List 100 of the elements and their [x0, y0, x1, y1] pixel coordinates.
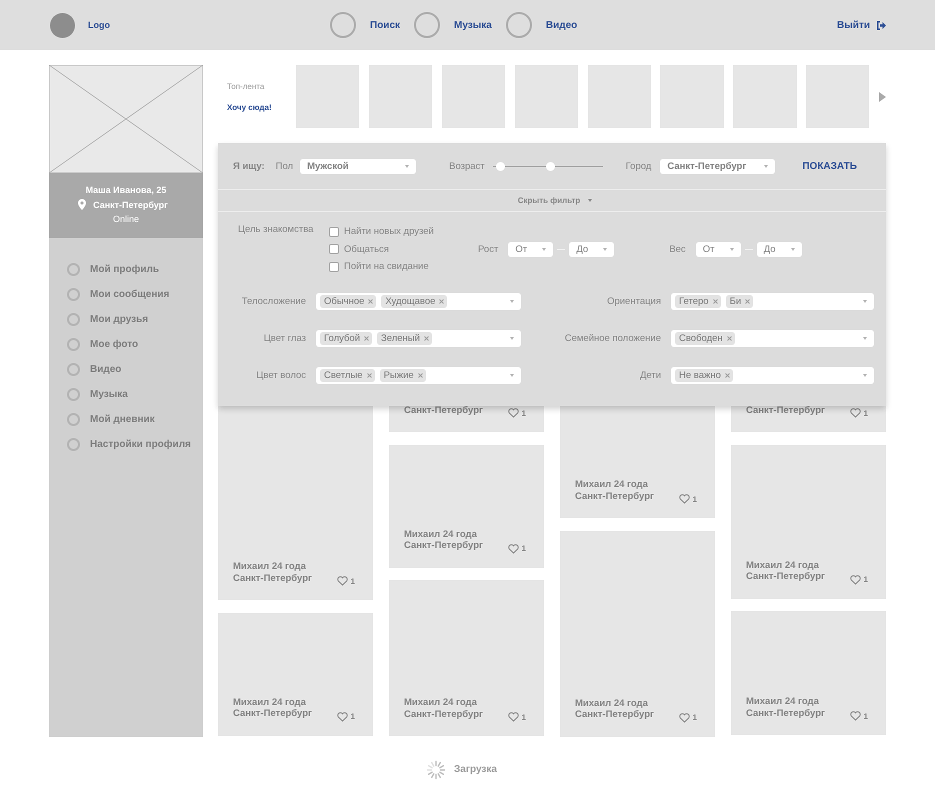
thumbnail-placeholder[interactable]	[660, 65, 724, 128]
field-label: Цель знакомства	[237, 223, 314, 237]
logout-button[interactable]: Выйти	[837, 20, 886, 30]
card-city: Санкт-Петербург	[404, 404, 484, 416]
tag-chip[interactable]: Рыжие	[380, 369, 426, 382]
from-select[interactable]: От	[508, 242, 554, 256]
thumbnail-placeholder[interactable]	[733, 65, 796, 128]
from-select[interactable]: От	[696, 242, 741, 256]
nav-link[interactable]: Поиск	[370, 20, 400, 30]
heart-icon[interactable]	[850, 574, 861, 584]
circle-icon[interactable]	[414, 12, 440, 38]
tag-chip[interactable]: Зеленый	[377, 332, 432, 345]
slider-thumb[interactable]	[496, 162, 505, 170]
profile-name: Маша Иванова, 25	[86, 185, 166, 195]
checkbox-option[interactable]: Найти новых друзей	[329, 223, 478, 240]
remove-icon[interactable]	[424, 336, 429, 341]
tag-chip[interactable]: Гетеро	[675, 295, 721, 308]
heart-icon[interactable]	[336, 576, 348, 586]
menu-item[interactable]: Мой дневник	[90, 414, 155, 425]
caret-icon	[863, 300, 867, 303]
circle-icon[interactable]	[506, 12, 532, 38]
thumbnail-placeholder[interactable]	[588, 65, 651, 128]
tag-chip[interactable]: Обычное	[320, 295, 376, 308]
checkbox[interactable]	[329, 226, 339, 237]
age-range-slider[interactable]	[492, 162, 603, 170]
menu-item[interactable]: Настройки профиля	[90, 439, 191, 450]
checkbox[interactable]	[329, 262, 339, 272]
city-select[interactable]: Санкт-Петербург	[660, 158, 776, 174]
remove-icon[interactable]	[712, 299, 718, 304]
caret-icon	[510, 300, 514, 303]
slider-thumb[interactable]	[546, 162, 556, 170]
thumbnail-placeholder[interactable]	[806, 65, 870, 128]
heart-icon[interactable]	[850, 408, 861, 418]
remove-icon[interactable]	[724, 373, 730, 378]
remove-icon[interactable]	[364, 336, 370, 341]
field-label: Цвет волос	[255, 370, 306, 381]
show-button[interactable]: ПОКАЗАТЬ	[802, 160, 857, 172]
menu-item[interactable]: Мои сообщения	[90, 289, 170, 300]
tag-chip[interactable]: Светлые	[320, 369, 375, 382]
caret-icon	[603, 248, 608, 250]
tag-chip[interactable]: Свободен	[675, 332, 735, 345]
thumbnail-placeholder[interactable]	[369, 65, 432, 128]
menu-item[interactable]: Мой профиль	[90, 264, 160, 275]
gender-select[interactable]: Мужской	[300, 158, 416, 174]
heart-icon[interactable]	[336, 712, 348, 722]
tag-chip[interactable]: Худощавое	[381, 295, 448, 308]
to-select[interactable]: До	[569, 242, 614, 256]
checkbox-option[interactable]: Общаться	[329, 240, 478, 258]
caret-icon	[863, 337, 867, 340]
exit-icon	[876, 20, 886, 30]
like-count: 1	[350, 712, 355, 721]
multiselect-field[interactable]: Не важно	[671, 367, 874, 384]
multiselect-field[interactable]: Светлые Рыжие	[316, 367, 521, 384]
want-here-link[interactable]: Хочу сюда!	[227, 102, 296, 112]
field-label: Семейное положение	[564, 333, 661, 344]
remove-icon[interactable]	[418, 373, 423, 378]
card-name: Михаил 24 года	[233, 561, 307, 572]
caret-icon	[863, 374, 867, 377]
nav-link[interactable]: Музыка	[454, 20, 492, 30]
multiselect-field[interactable]: Голубой Зеленый	[316, 330, 521, 347]
hide-filter-toggle[interactable]: Скрыть фильтр	[518, 196, 592, 205]
menu-item[interactable]: Мои друзья	[90, 314, 148, 325]
heart-icon[interactable]	[508, 544, 519, 554]
checkbox-option[interactable]: Пойти на свидание	[329, 258, 478, 276]
heart-icon[interactable]	[678, 712, 690, 722]
tag-chip[interactable]: Би	[726, 295, 754, 308]
next-arrow-icon[interactable]	[878, 92, 886, 102]
location-pin-icon	[78, 199, 86, 210]
thumbnail-placeholder[interactable]	[514, 65, 578, 128]
card-city: Санкт-Петербург	[404, 540, 484, 552]
circle-icon	[67, 438, 80, 451]
checkbox[interactable]	[329, 244, 339, 254]
heart-icon[interactable]	[508, 408, 519, 418]
thumbnail-placeholder[interactable]	[296, 65, 360, 128]
thumbnail-placeholder[interactable]	[442, 65, 506, 128]
menu-item[interactable]: Музыка	[90, 389, 128, 400]
multiselect-field[interactable]: Гетеро Би	[671, 293, 874, 310]
heart-icon[interactable]	[678, 494, 690, 504]
multiselect-field[interactable]: Обычное Худощавое	[316, 293, 521, 310]
heart-icon[interactable]	[850, 711, 861, 721]
to-select[interactable]: До	[756, 242, 802, 256]
remove-icon[interactable]	[745, 299, 750, 304]
remove-icon[interactable]	[439, 299, 444, 304]
nav-link[interactable]: Видео	[546, 20, 578, 30]
remove-icon[interactable]	[366, 373, 372, 378]
circle-icon	[67, 338, 80, 351]
field-label: Ориентация	[606, 296, 661, 307]
menu-item[interactable]: Видео	[90, 364, 122, 375]
heart-icon[interactable]	[508, 712, 519, 722]
card-name: Михаил 24 года	[404, 528, 478, 540]
remove-icon[interactable]	[726, 336, 732, 341]
range-label: Рост	[478, 244, 498, 254]
remove-icon[interactable]	[368, 299, 374, 304]
menu-item[interactable]: Мое фото	[90, 339, 138, 350]
card-city: Санкт-Петербург	[233, 708, 313, 720]
tag-chip[interactable]: Голубой	[320, 332, 372, 345]
card-city: Санкт-Петербург	[233, 572, 313, 584]
multiselect-field[interactable]: Свободен	[671, 330, 874, 347]
tag-chip[interactable]: Не важно	[675, 369, 733, 382]
circle-icon[interactable]	[330, 12, 356, 38]
